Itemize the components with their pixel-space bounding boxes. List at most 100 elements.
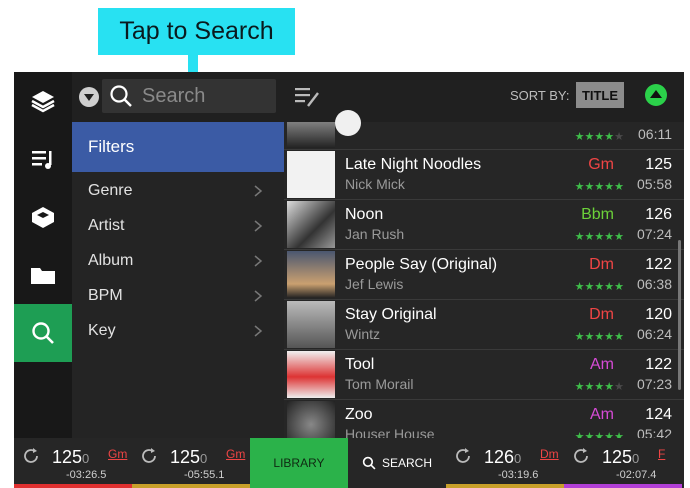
track-rating-stars: ★★★★★ bbox=[575, 330, 624, 343]
folder-icon bbox=[31, 268, 55, 284]
deck-key: Gm bbox=[108, 447, 128, 461]
star-icon: ★ bbox=[574, 231, 585, 243]
track-rating-stars: ★★★★★ bbox=[575, 430, 624, 438]
sort-title-button[interactable]: TITLE bbox=[576, 82, 624, 108]
chevron-right-icon bbox=[254, 290, 263, 302]
track-key: Am bbox=[590, 406, 614, 423]
track-artist: Houser House bbox=[345, 426, 435, 438]
top-bar: Search SORT BY: TITLE bbox=[72, 72, 684, 122]
star-icon: ★ bbox=[594, 331, 605, 343]
track-artist: Tom Morail bbox=[345, 376, 414, 392]
star-icon: ★ bbox=[604, 331, 615, 343]
prepare-crate-icon bbox=[32, 207, 54, 228]
track-duration: 07:23 bbox=[636, 376, 672, 392]
track-bpm: 122 bbox=[645, 356, 672, 373]
playlist-icon bbox=[32, 151, 52, 169]
star-icon: ★ bbox=[614, 331, 624, 343]
sort-direction-up-icon[interactable] bbox=[644, 83, 668, 107]
track-bpm: 120 bbox=[645, 306, 672, 323]
track-title: Tool bbox=[345, 356, 375, 373]
filter-item-bpm[interactable]: BPM bbox=[88, 287, 123, 305]
star-icon: ★ bbox=[594, 131, 605, 143]
track-row[interactable]: Stay Original Wintz Dm ★★★★★ 120 06:24 bbox=[284, 299, 684, 349]
track-duration: 07:24 bbox=[636, 226, 672, 242]
star-icon: ★ bbox=[574, 381, 585, 393]
track-artist: Nick Mick bbox=[345, 176, 405, 192]
search-field-icon bbox=[110, 85, 132, 107]
rail-files-button[interactable] bbox=[14, 246, 72, 304]
track-row[interactable]: Noon Jan Rush Bbm ★★★★★ 126 07:24 bbox=[284, 199, 684, 249]
star-icon: ★ bbox=[594, 381, 605, 393]
star-icon: ★ bbox=[604, 231, 615, 243]
chevron-down-icon[interactable] bbox=[78, 86, 100, 108]
rail-search-button[interactable] bbox=[14, 304, 72, 362]
deck-time-remaining: -05:55.1 bbox=[184, 469, 225, 481]
chevron-right-icon bbox=[254, 325, 263, 337]
filter-item-artist[interactable]: Artist bbox=[88, 217, 124, 235]
collection-icon bbox=[31, 91, 55, 113]
track-title: Late Night Noodles bbox=[345, 156, 482, 173]
star-icon: ★ bbox=[614, 431, 624, 438]
library-button-label: LIBRARY bbox=[273, 456, 325, 470]
star-icon: ★ bbox=[594, 431, 605, 438]
rail-playlists-button[interactable] bbox=[14, 130, 72, 188]
deck-key: F bbox=[658, 447, 666, 461]
star-icon: ★ bbox=[584, 331, 595, 343]
deck-color-strip bbox=[132, 484, 250, 488]
drawer-handle[interactable] bbox=[335, 110, 361, 136]
track-bpm: 126 bbox=[645, 206, 672, 223]
sync-icon[interactable] bbox=[140, 447, 158, 465]
track-artist: Wintz bbox=[345, 326, 380, 342]
track-row[interactable]: Tool Tom Morail Am ★★★★★ 122 07:23 bbox=[284, 349, 684, 399]
star-icon: ★ bbox=[584, 181, 595, 193]
sync-icon[interactable] bbox=[454, 447, 472, 465]
filter-item-album[interactable]: Album bbox=[88, 252, 133, 270]
track-duration: 06:38 bbox=[636, 276, 672, 292]
star-icon: ★ bbox=[594, 231, 605, 243]
deck-color-strip bbox=[446, 484, 564, 488]
deck-3-status[interactable]: 1260 Dm -03:19.6 bbox=[446, 438, 564, 488]
star-icon: ★ bbox=[614, 231, 624, 243]
callout-text: Tap to Search bbox=[119, 17, 274, 45]
deck-key: Dm bbox=[540, 447, 559, 461]
filter-item-key[interactable]: Key bbox=[88, 322, 116, 340]
track-row[interactable]: Late Night Noodles Nick Mick Gm ★★★★★ 125 05:… bbox=[284, 149, 684, 199]
track-row[interactable]: People Say (Original) Jef Lewis Dm ★★★★★ 122… bbox=[284, 249, 684, 299]
library-button[interactable]: LIBRARY bbox=[250, 438, 348, 488]
album-art bbox=[287, 401, 335, 438]
edit-list-icon[interactable] bbox=[294, 85, 320, 109]
deck-time-remaining: -02:07.4 bbox=[616, 469, 657, 481]
search-field[interactable]: Search bbox=[102, 79, 276, 113]
deck-time-remaining: -03:19.6 bbox=[498, 469, 539, 481]
deck-4-status[interactable]: 1250 F -02:07.4 bbox=[564, 438, 682, 488]
deck-2-status[interactable]: 1250 Gm -05:55.1 bbox=[132, 438, 250, 488]
deck-1-status[interactable]: 1250 Gm -03:26.5 bbox=[14, 438, 132, 488]
star-icon: ★ bbox=[604, 181, 615, 193]
deck-status-bar: LIBRARY SEARCH 1250 Gm -03:26.5 1250 Gm -05:5… bbox=[14, 438, 684, 488]
search-icon bbox=[32, 322, 54, 344]
track-title: Stay Original bbox=[345, 306, 437, 323]
track-rating-stars: ★★★★★ bbox=[575, 230, 624, 243]
filters-header[interactable]: Filters bbox=[72, 122, 284, 172]
rail-prepare-button[interactable] bbox=[14, 188, 72, 246]
sync-icon[interactable] bbox=[22, 447, 40, 465]
rail-collection-button[interactable] bbox=[14, 72, 72, 130]
track-duration: 05:58 bbox=[636, 176, 672, 192]
album-art bbox=[287, 201, 335, 248]
track-key: Dm bbox=[589, 306, 614, 323]
search-button-label: SEARCH bbox=[381, 456, 432, 470]
track-title: Manuel Bass Mode bbox=[345, 122, 482, 124]
track-row[interactable]: Zoo Houser House Am ★★★★★ 124 05:42 bbox=[284, 399, 684, 438]
filter-item-genre[interactable]: Genre bbox=[88, 182, 132, 200]
track-rating-stars: ★★★★★ bbox=[575, 180, 624, 193]
track-rating-stars: ★★★★★ bbox=[575, 130, 624, 143]
track-list[interactable]: Manuel Bass Mode★★★★★06:11Late Night Noo… bbox=[284, 122, 684, 438]
star-icon: ★ bbox=[584, 431, 595, 438]
search-button[interactable]: SEARCH bbox=[348, 438, 446, 488]
track-list-scrollbar[interactable] bbox=[678, 240, 681, 390]
album-art bbox=[287, 151, 335, 198]
sync-icon[interactable] bbox=[572, 447, 590, 465]
star-icon: ★ bbox=[614, 181, 624, 193]
deck-color-strip bbox=[14, 484, 132, 488]
deck-bpm: 1250 bbox=[52, 447, 90, 467]
